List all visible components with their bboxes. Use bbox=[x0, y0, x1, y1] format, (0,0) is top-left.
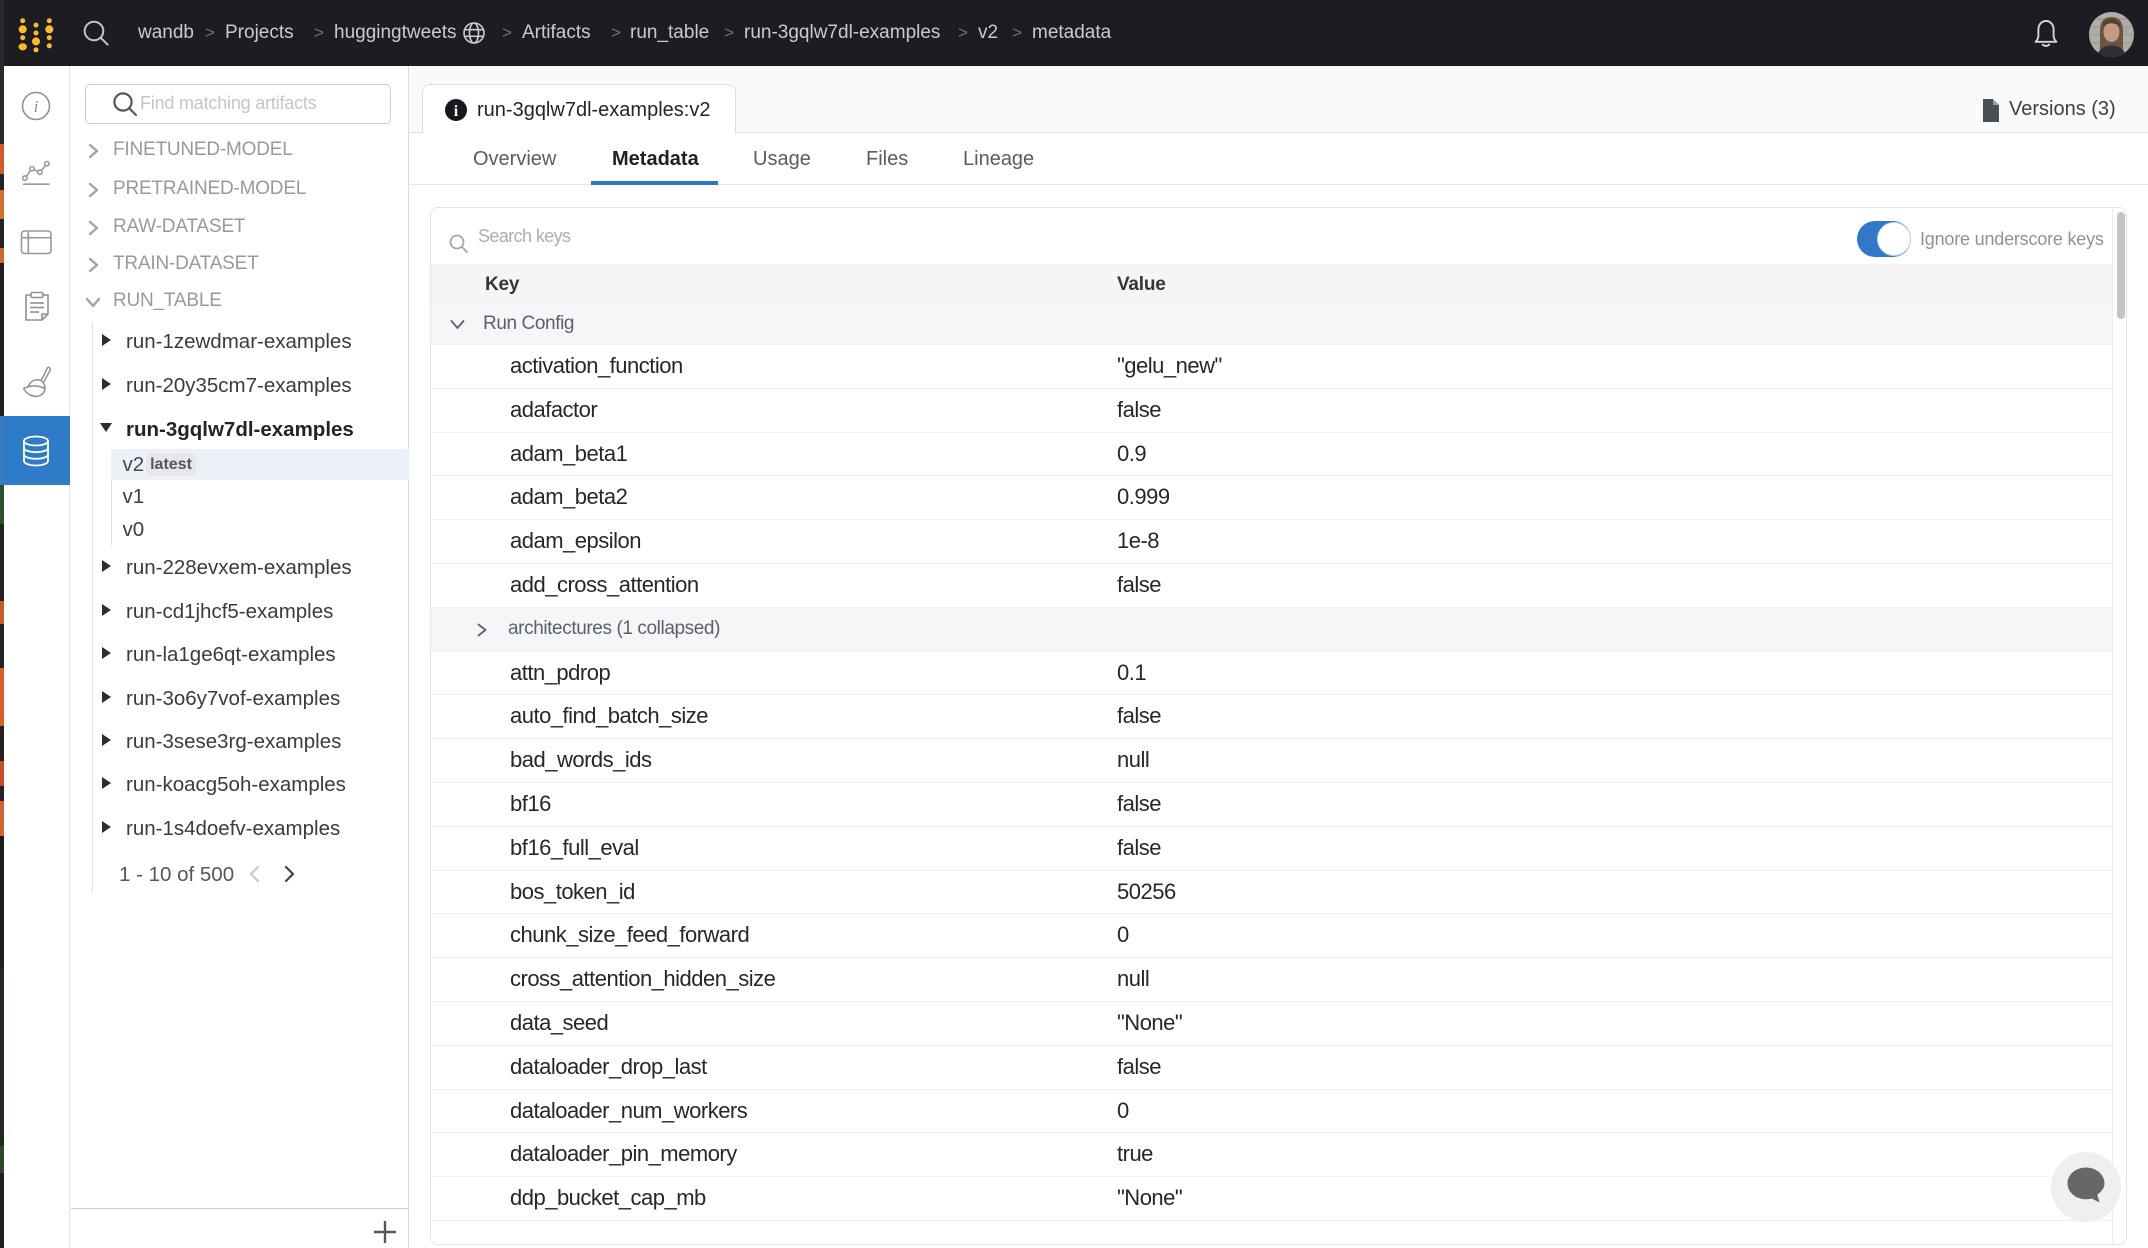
svg-text:i: i bbox=[454, 103, 459, 120]
svg-text:i: i bbox=[34, 97, 39, 116]
